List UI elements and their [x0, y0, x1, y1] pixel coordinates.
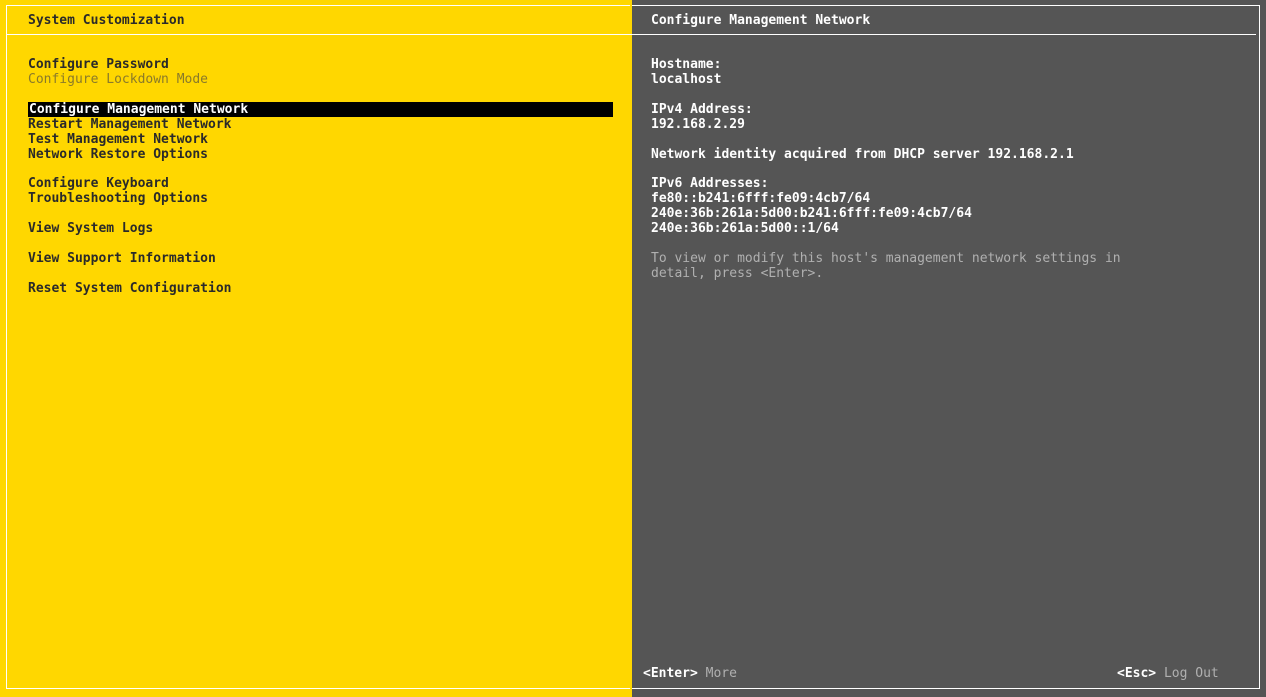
- esc-key-label: <Esc>: [1117, 666, 1157, 681]
- menu-item-configure-management-network[interactable]: Configure Management Network: [28, 102, 613, 117]
- menu-item-configure-keyboard[interactable]: Configure Keyboard: [28, 176, 169, 191]
- left-panel-title: System Customization: [28, 13, 185, 28]
- menu-item-network-restore-options[interactable]: Network Restore Options: [28, 147, 208, 162]
- ipv6-address: fe80::b241:6fff:fe09:4cb7/64: [651, 191, 871, 206]
- menu-item-view-support-information[interactable]: View Support Information: [28, 251, 216, 266]
- enter-key-label: <Enter>: [643, 666, 698, 681]
- ipv4-value: 192.168.2.29: [651, 117, 745, 132]
- menu-item-restart-management-network[interactable]: Restart Management Network: [28, 117, 232, 132]
- ipv4-label: IPv4 Address:: [651, 102, 753, 117]
- footer-logout-hint[interactable]: <Esc> Log Out: [1117, 666, 1219, 681]
- menu-item-view-system-logs[interactable]: View System Logs: [28, 221, 153, 236]
- help-text-line: To view or modify this host's management…: [651, 251, 1121, 266]
- ipv6-address: 240e:36b:261a:5d00::1/64: [651, 221, 839, 236]
- logout-action-label: Log Out: [1163, 666, 1219, 681]
- hostname-value: localhost: [651, 72, 722, 87]
- dcui-screen: System Customization Configure Password C…: [0, 0, 1266, 697]
- menu-item-configure-lockdown-mode[interactable]: Configure Lockdown Mode: [28, 72, 208, 87]
- dhcp-note: Network identity acquired from DHCP serv…: [651, 147, 1074, 162]
- menu-item-reset-system-configuration[interactable]: Reset System Configuration: [28, 281, 232, 296]
- right-panel-title: Configure Management Network: [651, 13, 871, 28]
- menu-item-configure-password[interactable]: Configure Password: [28, 57, 169, 72]
- right-title-divider: [632, 34, 1256, 35]
- menu-item-test-management-network[interactable]: Test Management Network: [28, 132, 208, 147]
- menu-item-troubleshooting-options[interactable]: Troubleshooting Options: [28, 191, 208, 206]
- ipv6-label: IPv6 Addresses:: [651, 176, 769, 191]
- footer-more-hint[interactable]: <Enter> More: [643, 666, 737, 681]
- left-title-divider: [6, 34, 632, 35]
- more-action-label: More: [705, 666, 737, 681]
- ipv6-address: 240e:36b:261a:5d00:b241:6fff:fe09:4cb7/6…: [651, 206, 972, 221]
- hostname-label: Hostname:: [651, 57, 722, 72]
- help-text-line: detail, press <Enter>.: [651, 266, 824, 281]
